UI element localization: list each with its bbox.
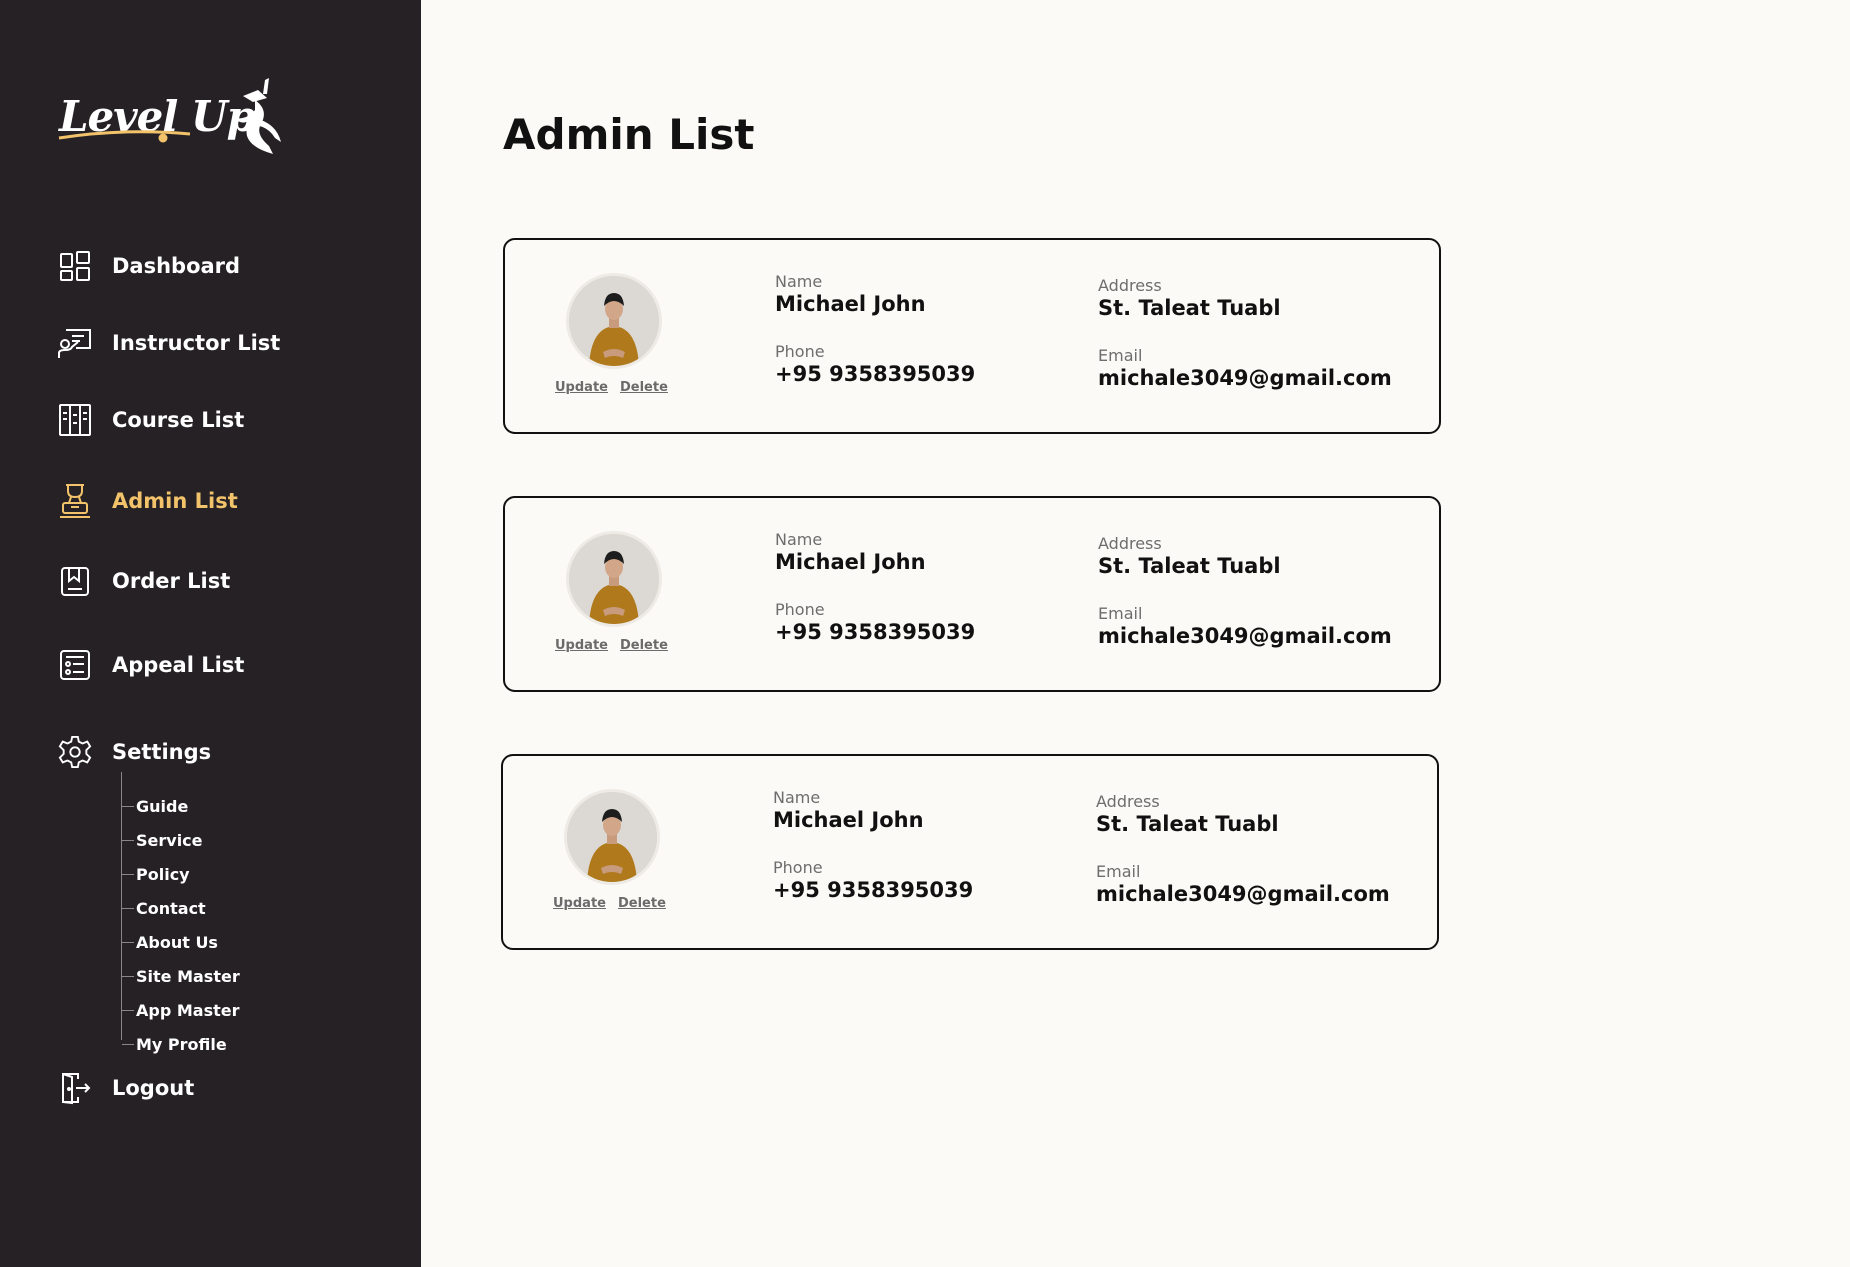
submenu-app-master[interactable]: App Master — [122, 998, 240, 1022]
email-label: Email — [1098, 346, 1143, 365]
address-field: Address St. Taleat Tuabl — [1098, 276, 1281, 320]
name-value: Michael John — [775, 292, 926, 316]
delete-link[interactable]: Delete — [620, 638, 668, 653]
appeal-list-icon — [58, 648, 92, 682]
order-bookmark-icon — [58, 564, 92, 598]
phone-value: +95 9358395039 — [775, 620, 976, 644]
nav-appeal-list-label: Appeal List — [112, 653, 245, 677]
person-photo-icon — [569, 276, 659, 366]
name-field: Name Michael John — [773, 788, 924, 832]
phone-label: Phone — [773, 858, 823, 877]
submenu-my-profile-label: My Profile — [136, 1034, 227, 1054]
update-link[interactable]: Update — [555, 638, 608, 653]
address-label: Address — [1096, 792, 1160, 811]
admin-user-icon — [58, 484, 92, 518]
admin-card: Update Delete Name Michael John Phone +9… — [503, 238, 1441, 434]
delete-link[interactable]: Delete — [620, 380, 668, 395]
phone-label: Phone — [775, 342, 825, 361]
page-title: Admin List — [503, 110, 755, 159]
phone-label: Phone — [775, 600, 825, 619]
address-value: St. Taleat Tuabl — [1096, 812, 1279, 836]
admin-card: Update Delete Name Michael John Phone +9… — [503, 496, 1441, 692]
email-label: Email — [1098, 604, 1143, 623]
phone-value: +95 9358395039 — [775, 362, 976, 386]
gear-icon — [58, 735, 92, 769]
admin-card: Update Delete Name Michael John Phone +9… — [501, 754, 1439, 950]
nav-settings[interactable]: Settings — [58, 732, 211, 772]
name-label: Name — [775, 272, 823, 291]
update-link[interactable]: Update — [553, 896, 606, 911]
submenu-guide[interactable]: Guide — [122, 794, 188, 818]
email-value: michale3049@gmail.com — [1098, 366, 1392, 390]
address-label: Address — [1098, 276, 1162, 295]
submenu-about-us[interactable]: About Us — [122, 930, 218, 954]
phone-field: Phone +95 9358395039 — [775, 342, 975, 386]
card-actions: Update Delete — [553, 896, 666, 911]
course-book-icon — [58, 403, 92, 437]
admin-avatar — [567, 792, 657, 882]
submenu-service[interactable]: Service — [122, 828, 203, 852]
submenu-policy-label: Policy — [136, 864, 190, 884]
delete-link[interactable]: Delete — [618, 896, 666, 911]
logout-label: Logout — [112, 1076, 195, 1100]
person-photo-icon — [567, 792, 657, 882]
nav-order-list-label: Order List — [112, 569, 231, 593]
name-field: Name Michael John — [775, 272, 926, 316]
logout-door-icon — [58, 1071, 92, 1105]
email-value: michale3049@gmail.com — [1098, 624, 1392, 648]
name-label: Name — [773, 788, 821, 807]
nav-appeal-list[interactable]: Appeal List — [58, 645, 244, 685]
logo-figure-icon — [58, 78, 281, 154]
nav-order-list[interactable]: Order List — [58, 561, 230, 601]
address-value: St. Taleat Tuabl — [1098, 554, 1281, 578]
person-photo-icon — [569, 534, 659, 624]
submenu-site-master[interactable]: Site Master — [122, 964, 240, 988]
phone-field: Phone +95 9358395039 — [773, 858, 973, 902]
card-actions: Update Delete — [555, 380, 668, 395]
address-field: Address St. Taleat Tuabl — [1098, 534, 1281, 578]
nav-admin-list[interactable]: Admin List — [58, 481, 238, 521]
nav-course-list[interactable]: Course List — [58, 400, 244, 440]
submenu-app-master-label: App Master — [136, 1000, 240, 1020]
submenu-site-master-label: Site Master — [136, 966, 240, 986]
settings-submenu: Guide Service Policy Contact About Us Si… — [121, 772, 322, 1054]
name-value: Michael John — [773, 808, 924, 832]
instructor-board-icon — [58, 326, 92, 360]
name-label: Name — [775, 530, 823, 549]
nav-instructor-list[interactable]: Instructor List — [58, 323, 280, 363]
nav-admin-list-label: Admin List — [112, 489, 238, 513]
submenu-contact-label: Contact — [136, 898, 206, 918]
sidebar: Level Up Dashboard Instructor List Cours… — [0, 0, 421, 1267]
nav-dashboard-label: Dashboard — [112, 254, 241, 278]
admin-avatar — [569, 276, 659, 366]
nav-settings-label: Settings — [112, 740, 212, 764]
nav-course-list-label: Course List — [112, 408, 245, 432]
dashboard-grid-icon — [58, 249, 92, 283]
level-up-logo[interactable]: Level Up — [55, 76, 285, 160]
email-field: Email michale3049@gmail.com — [1098, 346, 1392, 390]
submenu-contact[interactable]: Contact — [122, 896, 206, 920]
email-field: Email michale3049@gmail.com — [1098, 604, 1392, 648]
submenu-service-label: Service — [136, 830, 203, 850]
submenu-my-profile[interactable]: My Profile — [122, 1032, 227, 1056]
phone-field: Phone +95 9358395039 — [775, 600, 975, 644]
submenu-policy[interactable]: Policy — [122, 862, 190, 886]
address-field: Address St. Taleat Tuabl — [1096, 792, 1279, 836]
name-value: Michael John — [775, 550, 926, 574]
email-value: michale3049@gmail.com — [1096, 882, 1390, 906]
email-field: Email michale3049@gmail.com — [1096, 862, 1390, 906]
nav-dashboard[interactable]: Dashboard — [58, 246, 240, 286]
address-value: St. Taleat Tuabl — [1098, 296, 1281, 320]
admin-avatar — [569, 534, 659, 624]
address-label: Address — [1098, 534, 1162, 553]
submenu-guide-label: Guide — [136, 796, 189, 816]
nav-instructor-list-label: Instructor List — [112, 331, 281, 355]
update-link[interactable]: Update — [555, 380, 608, 395]
phone-value: +95 9358395039 — [773, 878, 974, 902]
email-label: Email — [1096, 862, 1141, 881]
name-field: Name Michael John — [775, 530, 926, 574]
logout-button[interactable]: Logout — [58, 1068, 194, 1108]
submenu-about-us-label: About Us — [136, 932, 218, 952]
card-actions: Update Delete — [555, 638, 668, 653]
